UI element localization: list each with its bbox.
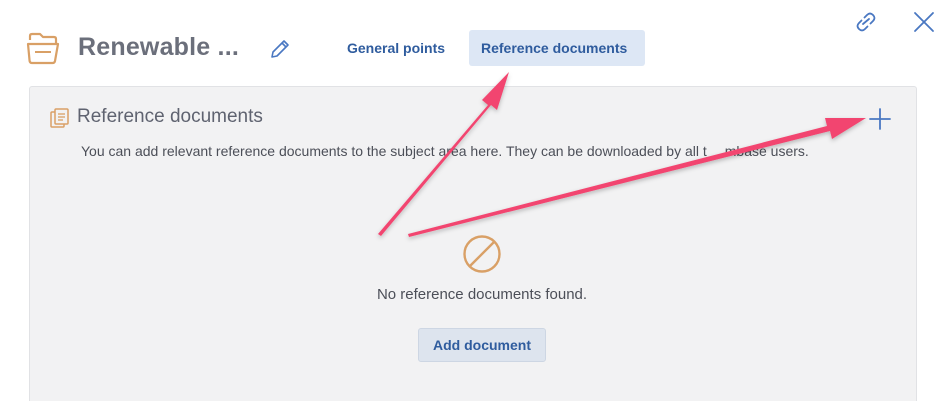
folder-icon <box>26 32 60 65</box>
close-icon[interactable] <box>911 9 937 35</box>
tab-general-points[interactable]: General points <box>335 30 457 66</box>
panel-description-tail: mbase users. <box>724 143 809 159</box>
link-icon[interactable] <box>853 11 879 33</box>
tab-reference-documents[interactable]: Reference documents <box>469 30 645 66</box>
plus-icon[interactable] <box>866 105 894 133</box>
documents-icon <box>50 108 69 128</box>
panel-title: Reference documents <box>77 106 263 127</box>
panel-description-text: You can add relevant reference documents… <box>81 143 707 159</box>
page: Renewable ... General points Reference d… <box>0 0 941 401</box>
panel-description: You can add relevant reference documents… <box>81 143 809 159</box>
pencil-icon[interactable] <box>268 37 292 61</box>
add-document-button[interactable]: Add document <box>418 328 546 362</box>
no-entry-icon <box>463 235 501 273</box>
page-title: Renewable ... <box>78 33 239 61</box>
empty-state-message: No reference documents found. <box>376 286 588 303</box>
